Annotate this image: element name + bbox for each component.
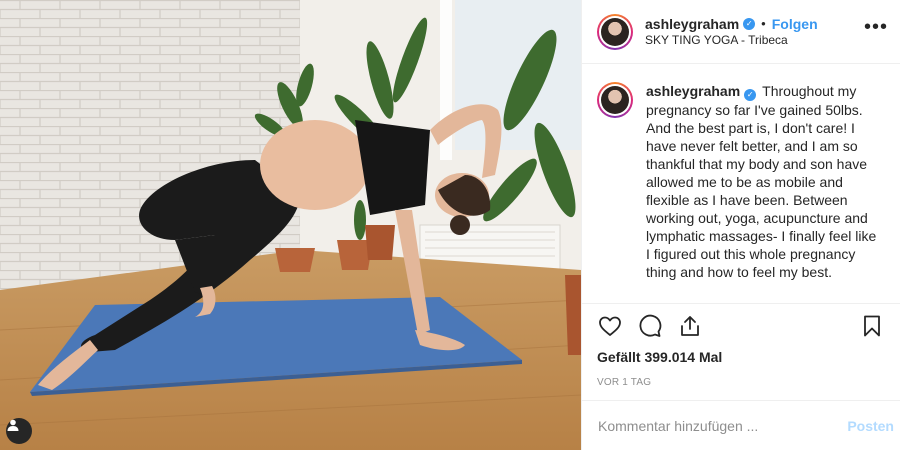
post-side-panel: ashleygraham ✓ • Folgen SKY TING YOGA - …: [581, 0, 900, 450]
caption-body: ashleygraham ✓ Throughout my pregnancy so …: [646, 82, 884, 281]
more-options-button[interactable]: •••: [864, 16, 888, 39]
separator-dot: •: [761, 15, 766, 31]
header-text: ashleygraham ✓ • Folgen SKY TING YOGA - …: [645, 16, 864, 48]
username-link[interactable]: ashleygraham: [645, 16, 739, 32]
bookmark-icon[interactable]: [859, 313, 885, 339]
post-header: ashleygraham ✓ • Folgen SKY TING YOGA - …: [582, 0, 900, 64]
comment-box: Posten: [582, 400, 900, 450]
post-comment-button[interactable]: Posten: [847, 418, 894, 434]
action-bar: [597, 304, 885, 348]
verified-badge-icon: ✓: [744, 89, 757, 101]
instagram-post: ashleygraham ✓ • Folgen SKY TING YOGA - …: [0, 0, 900, 450]
post-photo[interactable]: [0, 0, 581, 450]
actions-area: Gefällt 399.014 Mal VOR 1 TAG: [582, 303, 900, 400]
likes-count[interactable]: Gefällt 399.014 Mal: [597, 349, 885, 365]
caption-avatar[interactable]: [597, 82, 633, 118]
avatar[interactable]: [597, 13, 633, 50]
caption: ashleygraham ✓ Throughout my pregnancy so …: [597, 82, 884, 281]
verified-badge-icon: ✓: [743, 17, 756, 30]
comments-section: ashleygraham ✓ Throughout my pregnancy so …: [582, 64, 900, 303]
user-tag-icon[interactable]: [6, 418, 32, 444]
share-icon[interactable]: [677, 313, 703, 339]
follow-button[interactable]: Folgen: [772, 16, 818, 32]
heart-icon[interactable]: [597, 313, 623, 339]
caption-username-link[interactable]: ashleygraham: [646, 83, 740, 99]
yoga-photo-illustration: [0, 0, 581, 450]
post-timestamp[interactable]: VOR 1 TAG: [597, 377, 885, 388]
location-link[interactable]: SKY TING YOGA - Tribeca: [645, 32, 864, 48]
comment-input[interactable]: [598, 417, 848, 434]
speech-bubble-icon[interactable]: [637, 313, 663, 339]
caption-text: Throughout my pregnancy so far I've gain…: [646, 83, 877, 280]
